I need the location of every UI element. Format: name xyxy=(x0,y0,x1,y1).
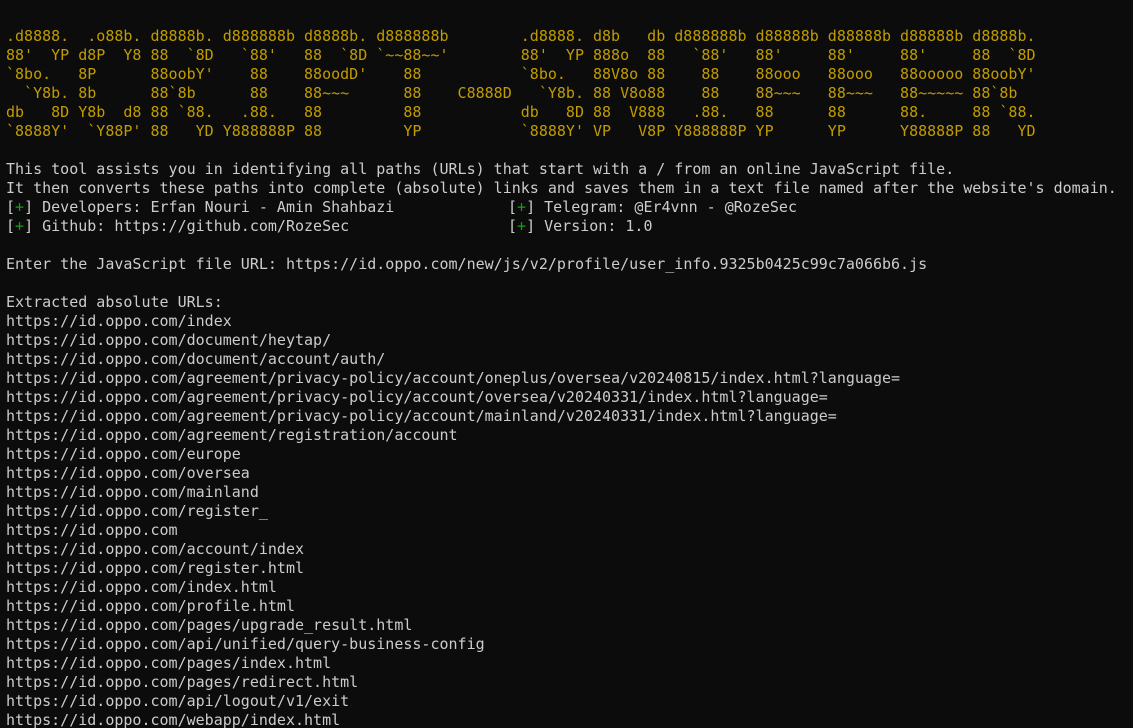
info-version: [+] Version: 1.0 xyxy=(508,217,653,235)
prompt-input-value[interactable]: https://id.oppo.com/new/js/v2/profile/us… xyxy=(286,255,927,273)
url-list-item: https://id.oppo.com/register.html xyxy=(6,559,305,577)
url-list-item: https://id.oppo.com/index.html xyxy=(6,578,277,596)
info-developers: [+] Developers: Erfan Nouri - Amin Shahb… xyxy=(6,198,395,216)
terminal-window[interactable]: .d8888. .o88b. d8888b. d888888b d8888b. … xyxy=(0,0,1133,728)
info-github: [+] Github: https://github.com/RozeSec xyxy=(6,217,350,235)
plus-icon: + xyxy=(517,217,527,235)
ascii-banner: .d8888. .o88b. d8888b. d888888b d8888b. … xyxy=(6,27,1133,141)
url-list-item: https://id.oppo.com/agreement/registrati… xyxy=(6,426,458,444)
banner-line: `Y8b. 8b 88`8b 88 88~~~ 88 C8888D `Y8b. … xyxy=(6,84,1018,102)
banner-line: `8888Y' `Y88P' 88 YD Y888888P 88 YP `888… xyxy=(6,122,1036,140)
url-list: https://id.oppo.com/index https://id.opp… xyxy=(6,312,1133,728)
plus-icon: + xyxy=(517,198,527,216)
url-list-item: https://id.oppo.com/pages/redirect.html xyxy=(6,673,359,691)
url-list-item: https://id.oppo.com/account/index xyxy=(6,540,305,558)
url-list-item: https://id.oppo.com/pages/index.html xyxy=(6,654,332,672)
info-row-developers-telegram: [+] Developers: Erfan Nouri - Amin Shahb… xyxy=(6,198,1133,217)
plus-icon: + xyxy=(15,198,25,216)
plus-icon: + xyxy=(15,217,25,235)
info-row-github-version: [+] Github: https://github.com/RozeSec [+… xyxy=(6,217,1133,236)
url-list-item: https://id.oppo.com/api/logout/v1/exit xyxy=(6,692,350,710)
url-list-item: https://id.oppo.com/document/account/aut… xyxy=(6,350,386,368)
url-list-item: https://id.oppo.com/index xyxy=(6,312,232,330)
url-list-item: https://id.oppo.com/oversea xyxy=(6,464,250,482)
url-list-item: https://id.oppo.com/mainland xyxy=(6,483,259,501)
url-list-item: https://id.oppo.com/register_ xyxy=(6,502,268,520)
url-list-item: https://id.oppo.com/api/unified/query-bu… xyxy=(6,635,485,653)
url-list-item: https://id.oppo.com/pages/upgrade_result… xyxy=(6,616,413,634)
url-list-item: https://id.oppo.com/europe xyxy=(6,445,241,463)
results-header: Extracted absolute URLs: xyxy=(6,293,223,311)
url-list-item: https://id.oppo.com/agreement/privacy-po… xyxy=(6,388,828,406)
prompt-label: Enter the JavaScript file URL: xyxy=(6,255,286,273)
url-prompt[interactable]: Enter the JavaScript file URL: https://i… xyxy=(6,255,1133,274)
url-list-item: https://id.oppo.com xyxy=(6,521,178,539)
banner-line: .d8888. .o88b. d8888b. d888888b d8888b. … xyxy=(6,27,1036,45)
banner-line: db 8D Y8b d8 88 `88. .88. 88 88 db 8D 88… xyxy=(6,103,1036,121)
banner-line: 88' YP d8P Y8 88 `8D `88' 88 `8D `~~88~~… xyxy=(6,46,1036,64)
banner-line: `8bo. 8P 88oobY' 88 88oodD' 88 `8bo. 88V… xyxy=(6,65,1036,83)
info-telegram: [+] Telegram: @Er4vnn - @RozeSec xyxy=(508,198,797,216)
url-list-item: https://id.oppo.com/webapp/index.html xyxy=(6,711,341,728)
description-line: This tool assists you in identifying all… xyxy=(6,160,955,178)
url-list-item: https://id.oppo.com/profile.html xyxy=(6,597,295,615)
url-list-item: https://id.oppo.com/agreement/privacy-po… xyxy=(6,407,837,425)
url-list-item: https://id.oppo.com/agreement/privacy-po… xyxy=(6,369,901,387)
description-line: It then converts these paths into comple… xyxy=(6,179,1117,197)
url-list-item: https://id.oppo.com/document/heytap/ xyxy=(6,331,332,349)
